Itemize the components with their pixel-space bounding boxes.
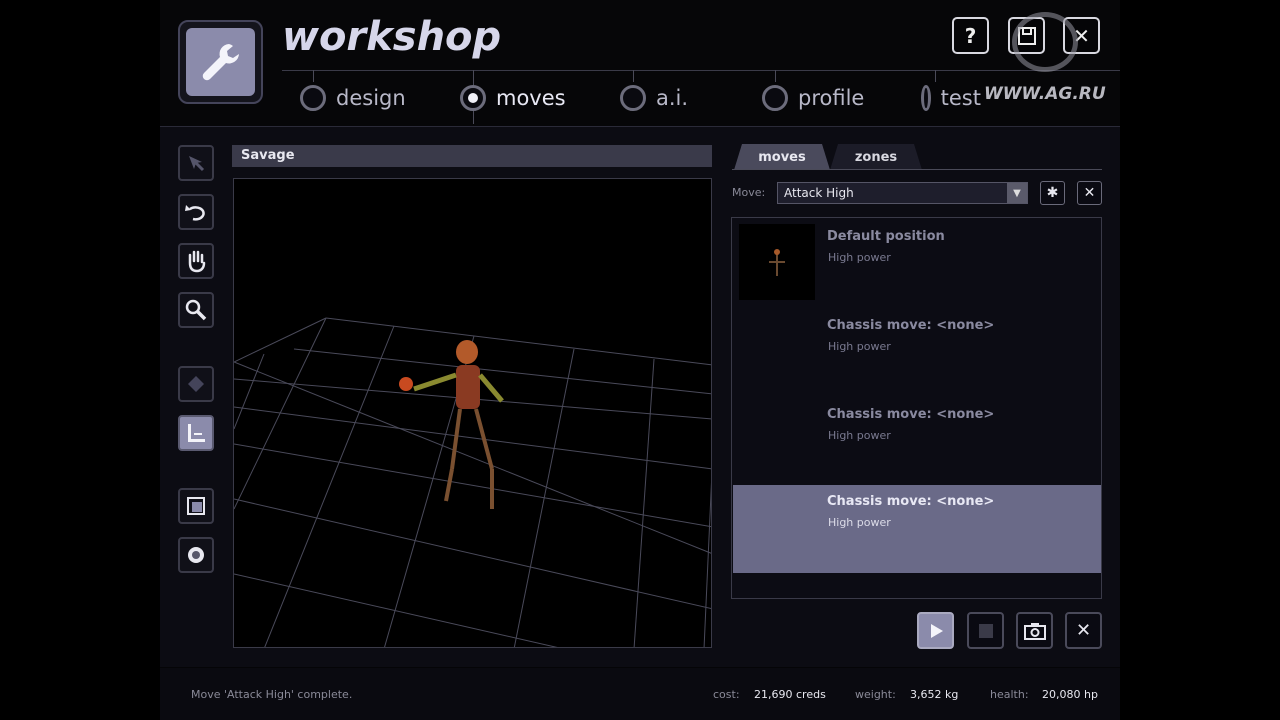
- snapshot-button[interactable]: [1016, 612, 1053, 649]
- radio-selected-icon: [460, 85, 486, 111]
- axis-icon: [188, 424, 205, 442]
- diamond-tool[interactable]: [178, 366, 214, 402]
- app-title: workshop: [282, 14, 502, 60]
- undo-rotate-icon: [185, 205, 205, 221]
- cube-tool[interactable]: [178, 488, 214, 524]
- stop-icon: [978, 623, 993, 638]
- tab-divider: [732, 169, 1102, 170]
- radio-icon: [762, 85, 788, 111]
- tab-tick: [633, 70, 634, 82]
- list-item-selected[interactable]: Chassis move: <none> High power: [733, 485, 1101, 573]
- tab-zones-panel[interactable]: zones: [830, 144, 922, 170]
- move-label: Move:: [732, 186, 766, 199]
- 3d-viewport[interactable]: [233, 178, 712, 648]
- zoom-icon: [185, 299, 207, 321]
- tab-moves[interactable]: moves: [460, 84, 566, 112]
- radio-icon: [921, 85, 931, 111]
- tab-design[interactable]: design: [300, 84, 406, 112]
- weight-value: 3,652 kg: [910, 688, 959, 701]
- status-message: Move 'Attack High' complete.: [191, 688, 353, 701]
- sphere-tool[interactable]: [178, 537, 214, 573]
- floor-grid: [234, 317, 711, 647]
- workshop-logo: [178, 20, 263, 104]
- delete-move-button[interactable]: ✕: [1077, 181, 1102, 205]
- cube-icon: [187, 497, 205, 515]
- cancel-button[interactable]: ✕: [1065, 612, 1102, 649]
- hand-pan-icon: [188, 250, 206, 273]
- weight-label: weight:: [855, 688, 896, 701]
- chevron-down-icon: ▼: [1007, 183, 1027, 203]
- move-dropdown-value: Attack High: [784, 186, 854, 200]
- pan-tool[interactable]: [178, 243, 214, 279]
- move-thumbnail: [739, 224, 815, 300]
- health-value: 20,080 hp: [1042, 688, 1098, 701]
- rotate-tool[interactable]: [178, 194, 214, 230]
- cost-label: cost:: [713, 688, 740, 701]
- sparkle-icon: ✱: [1046, 185, 1059, 201]
- list-item[interactable]: Chassis move: <none> High power: [733, 397, 1101, 485]
- tab-ai[interactable]: a.i.: [620, 84, 688, 112]
- wrench-icon: [186, 28, 255, 96]
- new-move-button[interactable]: ✱: [1040, 181, 1065, 205]
- tab-profile[interactable]: profile: [762, 84, 864, 112]
- diamond-icon: [188, 376, 204, 392]
- tab-tick: [775, 70, 776, 82]
- zoom-tool[interactable]: [178, 292, 214, 328]
- moves-list: Default position High power Chassis move…: [731, 217, 1102, 599]
- cost-value: 21,690 creds: [754, 688, 826, 701]
- pointer-tool[interactable]: [178, 145, 214, 181]
- close-icon: ✕: [1083, 185, 1096, 201]
- radio-icon: [620, 85, 646, 111]
- tab-tick: [313, 70, 314, 82]
- list-item[interactable]: Chassis move: <none> High power: [733, 308, 1101, 396]
- watermark-text: WWW.AG.RU: [984, 84, 1106, 104]
- list-item[interactable]: Default position High power: [733, 219, 1101, 307]
- header-divider: [282, 70, 1120, 71]
- camera-icon: [1023, 622, 1046, 640]
- play-button[interactable]: [917, 612, 954, 649]
- tab-tick: [935, 70, 936, 82]
- axis-tool[interactable]: [178, 415, 214, 451]
- health-label: health:: [990, 688, 1029, 701]
- sphere-icon: [188, 547, 204, 563]
- close-icon: ✕: [1075, 620, 1092, 641]
- tab-moves-panel[interactable]: moves: [734, 144, 830, 170]
- tab-test[interactable]: test: [921, 84, 981, 112]
- viewport-title: Savage: [232, 145, 712, 167]
- move-dropdown[interactable]: Attack High ▼: [777, 182, 1028, 204]
- watermark-logo: [1012, 12, 1078, 72]
- radio-icon: [300, 85, 326, 111]
- play-icon: [930, 623, 943, 638]
- stop-button[interactable]: [967, 612, 1004, 649]
- pointer-icon: [189, 156, 205, 172]
- help-button[interactable]: ?: [952, 17, 989, 54]
